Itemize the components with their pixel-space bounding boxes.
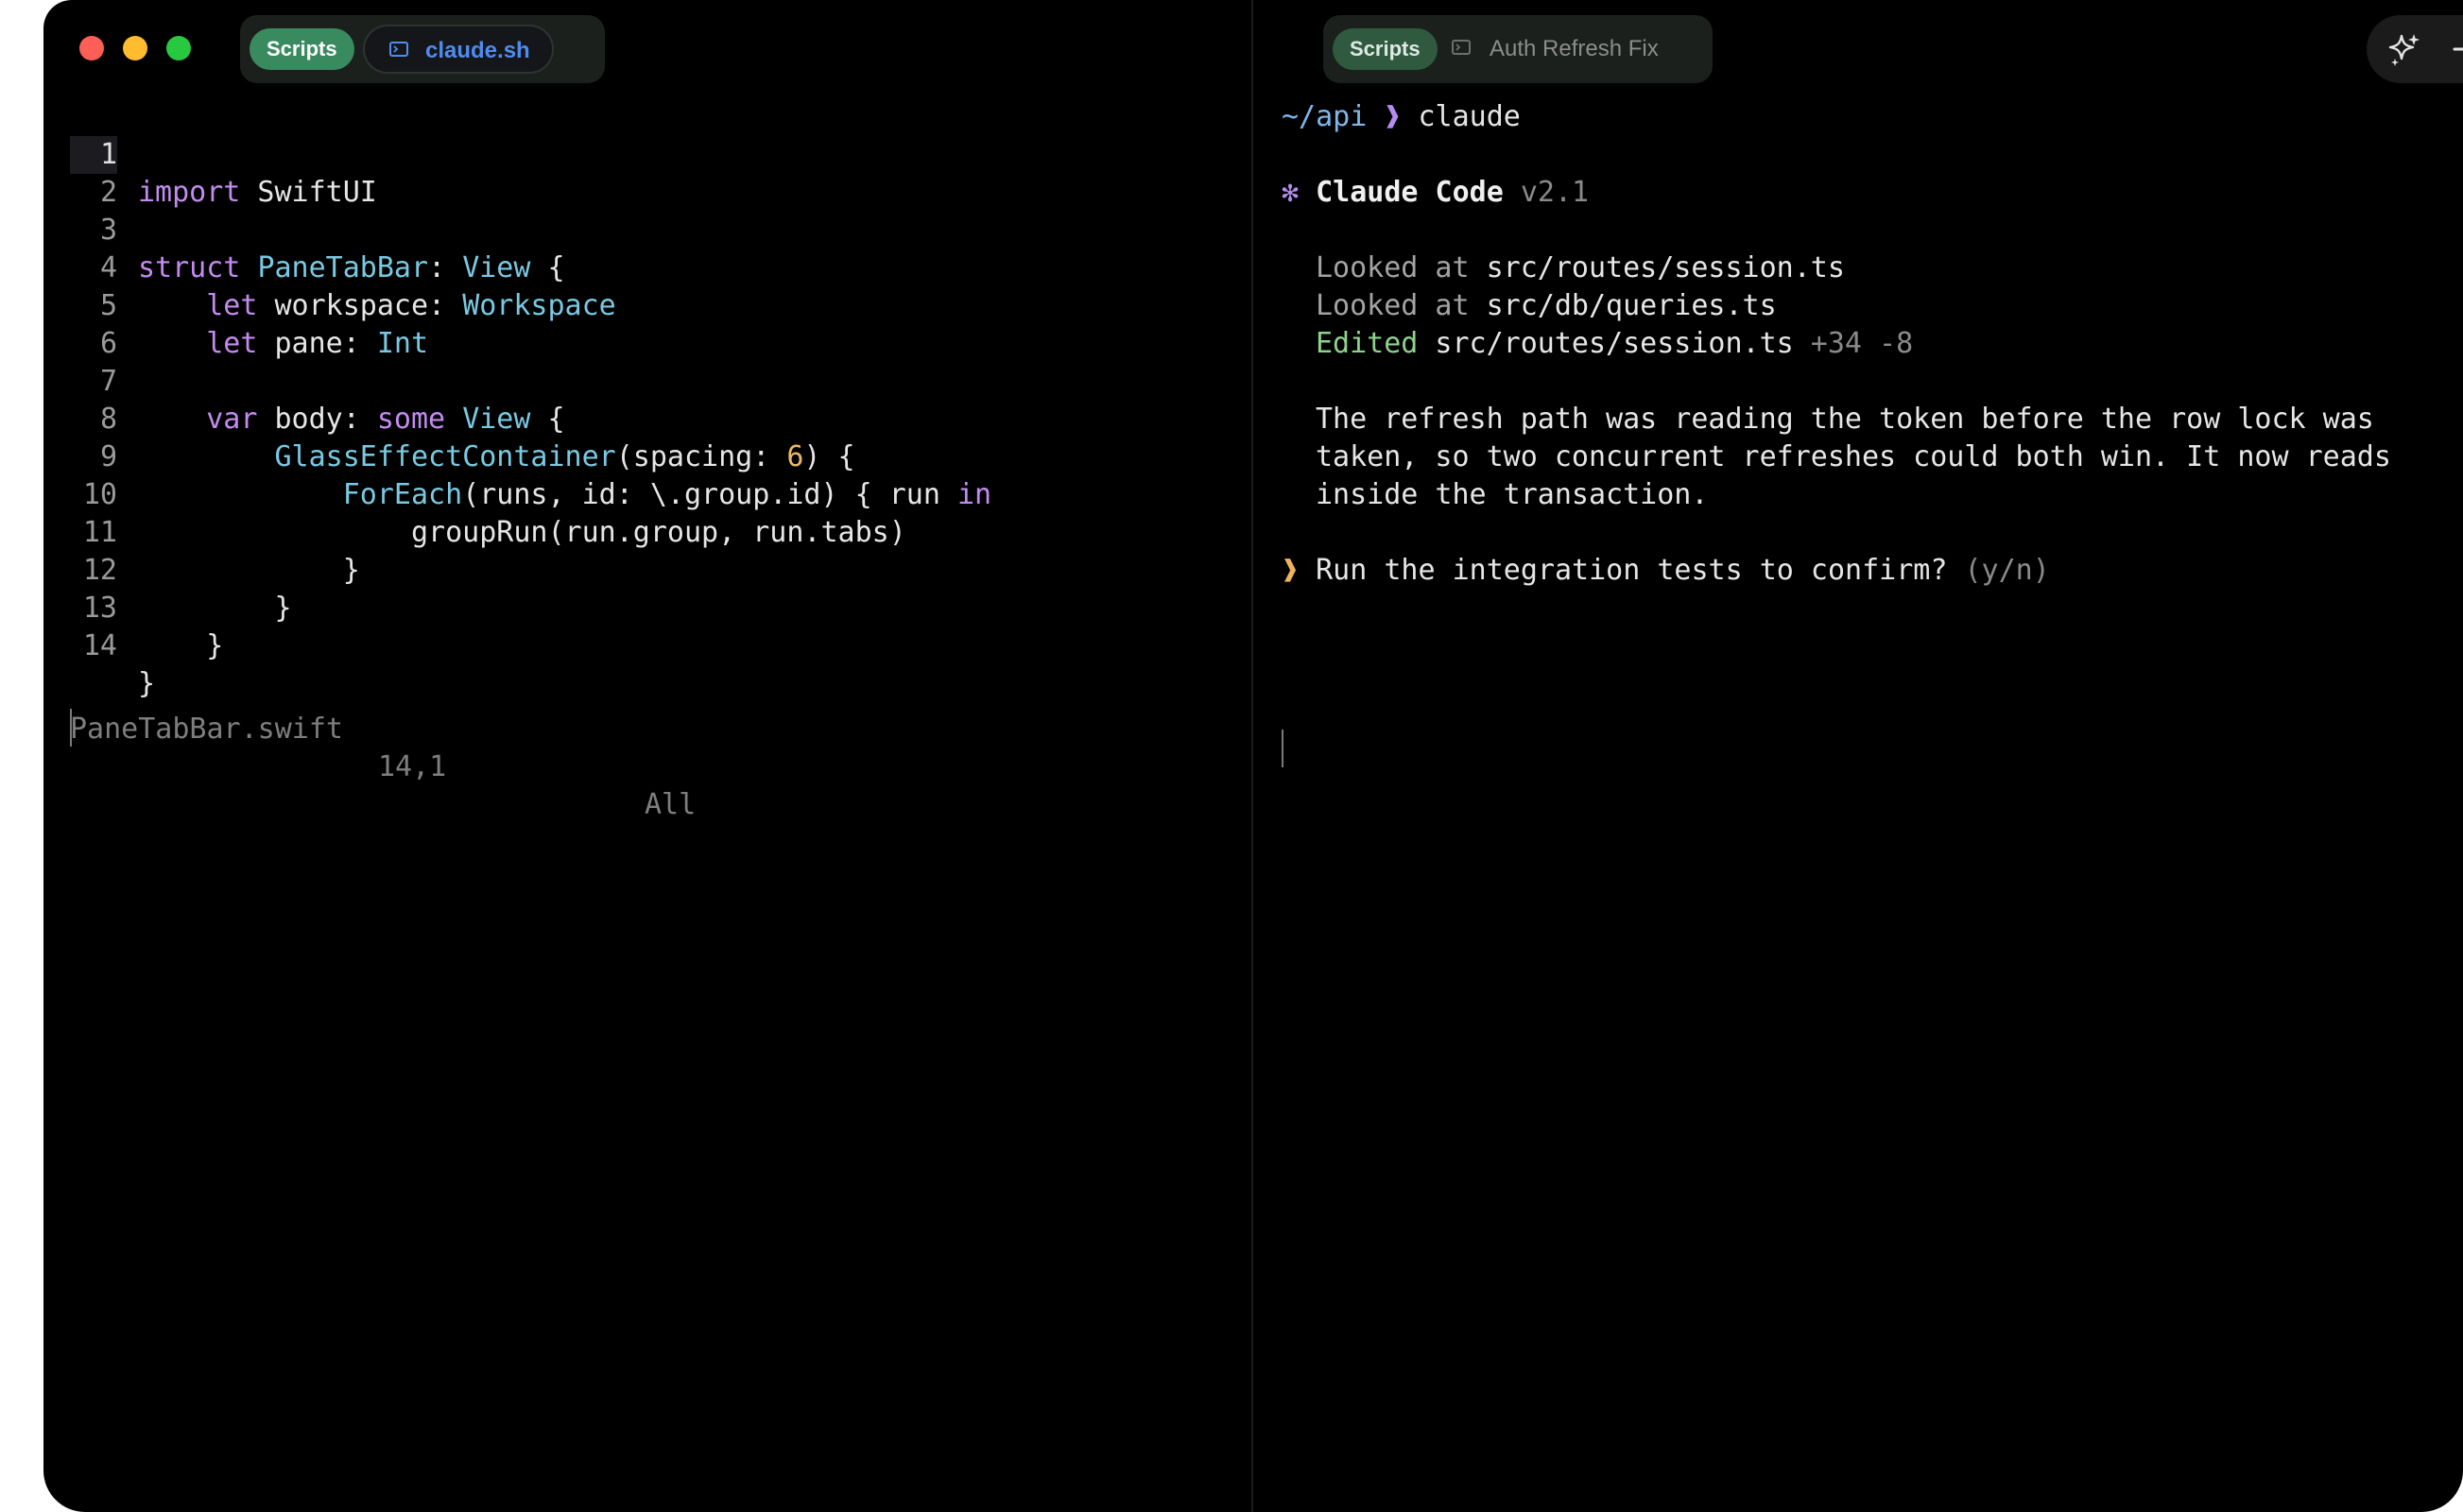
code-line: 9 ForEach(runs, id: \.group.id) { run in xyxy=(43,401,1244,511)
code-line: 6 xyxy=(43,287,1244,360)
terminal-icon xyxy=(389,42,408,57)
code-line: 5 let pane: Int xyxy=(43,249,1244,360)
status-cursor-position: 14,1 xyxy=(378,750,447,783)
text-cursor xyxy=(70,709,72,747)
prompt-arrow-icon: ❱ xyxy=(1282,554,1300,587)
confirmation-question: ❱ Run the integration tests to confirm? … xyxy=(1282,554,2050,587)
code-line: 1 import SwiftUI xyxy=(43,98,1244,209)
code-line: 2 xyxy=(43,136,1244,209)
status-file-name: PaneTabBar.swift xyxy=(70,713,343,746)
tab-label: Auth Refresh Fix xyxy=(1490,36,1659,61)
code-line: 10 groupRun(run.group, run.tabs) xyxy=(43,438,1244,549)
new-tab-button[interactable] xyxy=(2442,25,2463,74)
right-pane[interactable]: Scripts Auth Refresh Fix ~/api ❱ claude … xyxy=(1253,0,2463,1512)
code-line: 11 } xyxy=(43,476,1244,587)
message-line: inside the transaction. xyxy=(1316,478,1709,511)
sparkle-button[interactable] xyxy=(2380,25,2429,74)
answer-hint: (y/n) xyxy=(1947,554,2050,587)
tab-group-label-scripts[interactable]: Scripts xyxy=(1333,28,1438,70)
prompt-arrow-icon: ❱ xyxy=(1384,100,1402,133)
message-line: taken, so two concurrent refreshes could… xyxy=(1316,440,2391,473)
app-version: v2.1 xyxy=(1503,176,1590,209)
close-window-button[interactable] xyxy=(79,36,104,60)
terminal-window: Scripts claude.sh 1 import SwiftUI 2 3 s… xyxy=(43,0,2463,1512)
code-line: 12 } xyxy=(43,514,1244,625)
code-line: 14 } xyxy=(43,590,1244,700)
text-cursor xyxy=(1282,730,1283,767)
tab-label: claude.sh xyxy=(425,38,530,63)
line-number: 14 xyxy=(82,629,117,662)
toolbar xyxy=(2367,15,2463,83)
status-scroll-indicator: All xyxy=(645,788,697,821)
diff-stat: +34 -8 xyxy=(1793,327,1914,360)
app-name: Claude Code xyxy=(1299,176,1504,209)
editor-status-line: PaneTabBar.swift 14,1 All xyxy=(70,673,1204,821)
left-pane[interactable]: Scripts claude.sh 1 import SwiftUI 2 3 s… xyxy=(43,0,1251,1512)
action-line: Looked at src/routes/session.ts xyxy=(1316,251,1845,284)
claude-code-header: ✻ Claude Code v2.1 xyxy=(1282,174,1589,212)
tab-group: Scripts claude.sh xyxy=(240,15,605,83)
tab-group: Scripts Auth Refresh Fix xyxy=(1323,15,1713,83)
code-line: 4 let workspace: Workspace xyxy=(43,212,1244,322)
maximize-window-button[interactable] xyxy=(166,36,191,60)
code-line: 7 var body: some View { xyxy=(43,325,1244,436)
shell-prompt-line: ~/api ❱ claude xyxy=(1282,98,1521,136)
code-line: 3 struct PaneTabBar: View { xyxy=(43,174,1244,284)
message-line: The refresh path was reading the token b… xyxy=(1316,403,2374,436)
prompt-path: ~/api xyxy=(1282,100,1368,133)
asterisk-icon: ✻ xyxy=(1282,176,1300,209)
minimize-window-button[interactable] xyxy=(123,36,147,60)
code-line: 8 GlassEffectContainer(spacing: 6) { xyxy=(43,363,1244,473)
plus-icon xyxy=(2453,47,2463,51)
tab-claude-sh[interactable]: claude.sh xyxy=(363,25,554,74)
terminal-icon xyxy=(1452,40,1471,55)
tab-group-label-scripts[interactable]: Scripts xyxy=(250,28,354,70)
shell-command: claude xyxy=(1401,100,1521,133)
code-line: 13 } xyxy=(43,552,1244,662)
action-line: Edited src/routes/session.ts +34 -8 xyxy=(1316,327,1914,360)
sparkle-icon xyxy=(2388,34,2420,66)
action-line: Looked at src/db/queries.ts xyxy=(1316,289,1777,322)
